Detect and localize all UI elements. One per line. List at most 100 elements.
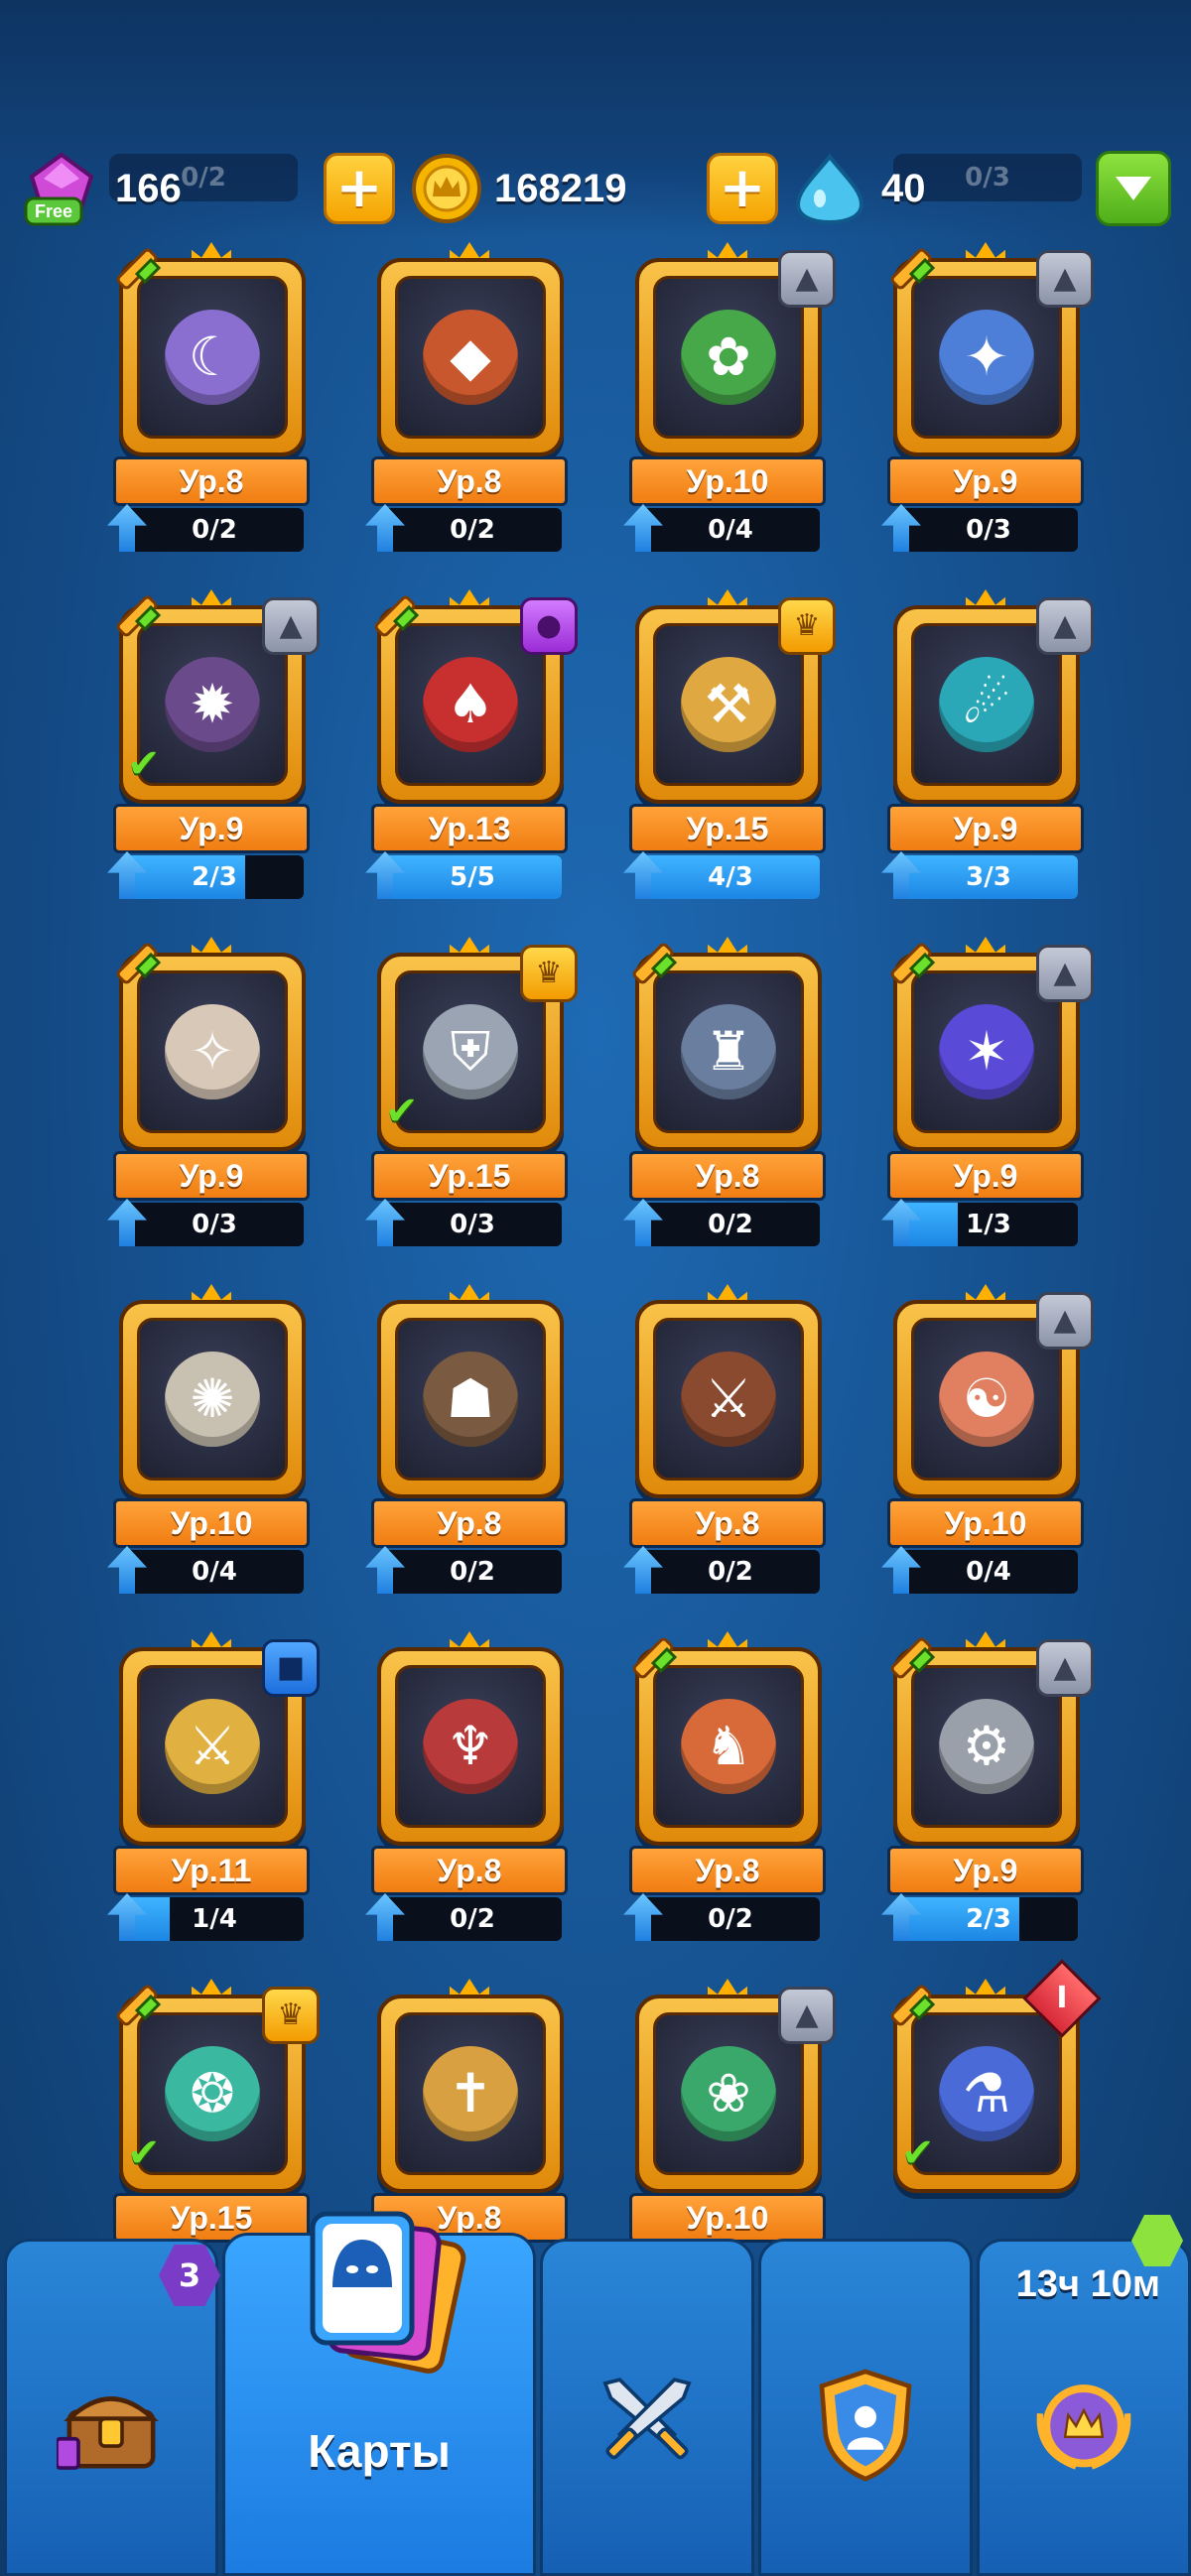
- card-progress-text: 0/2: [192, 515, 237, 545]
- card-portrait: ✺: [137, 1318, 288, 1481]
- hero-card-fox[interactable]: ◆ Ур.8 0/2: [365, 228, 574, 566]
- card-portrait: ♜: [653, 970, 804, 1133]
- card-portrait: ⚔: [653, 1318, 804, 1481]
- card-progress-bar: 0/4: [899, 1550, 1078, 1594]
- card-progress-text: 4/3: [708, 862, 753, 892]
- coins-value: 168219: [494, 166, 627, 210]
- add-coins-button[interactable]: +: [707, 153, 778, 224]
- card-level: Ур.8: [371, 1498, 568, 1548]
- tab-battle[interactable]: [540, 2239, 754, 2576]
- upgrade-sword-icon: [890, 1637, 936, 1679]
- card-level: Ур.11: [113, 1846, 310, 1895]
- gems-free-tag: Free: [35, 201, 72, 221]
- laurel-crown-icon: [1029, 2371, 1138, 2480]
- bottom-navigation: 3 Карты 13ч 10м: [0, 2211, 1191, 2576]
- tab-events[interactable]: 13ч 10м: [977, 2239, 1191, 2576]
- chevron-down-icon: [1116, 177, 1151, 200]
- upgrade-sword-icon: [890, 1985, 936, 2026]
- hero-card-dryad[interactable]: ✿ Ур.10 0/4 ▲: [623, 228, 836, 566]
- tab-clan[interactable]: [758, 2239, 973, 2576]
- card-portrait: ✝: [395, 2012, 546, 2175]
- hero-card-hammer[interactable]: ⚒ Ур.15 4/3 ♛: [623, 576, 836, 913]
- card-progress-text: 0/3: [450, 1210, 495, 1239]
- card-progress-bar: 0/3: [125, 1203, 304, 1246]
- rarity-rare-icon: ▲: [1036, 250, 1094, 308]
- hero-card-boar[interactable]: ♜ Ур.8 0/2: [623, 923, 832, 1260]
- gem-icon: Free: [24, 152, 94, 226]
- add-gems-button[interactable]: +: [324, 153, 395, 224]
- hero-card-sword[interactable]: ⚔ Ур.11 1/4 ■: [107, 1617, 320, 1955]
- hero-genie-icon: ☄: [939, 657, 1034, 752]
- upgrade-sword-icon: [116, 595, 162, 637]
- hero-dwarf-icon: ☗: [423, 1352, 518, 1447]
- upgrade-sword-icon: [116, 248, 162, 290]
- hero-card-eagle[interactable]: ✧ Ур.9 0/3: [107, 923, 316, 1260]
- add-coins-wrap: +: [324, 149, 395, 228]
- card-progress-bar: 2/3: [125, 855, 304, 899]
- hero-card-staff[interactable]: ✦ Ур.9 0/3 ▲: [881, 228, 1094, 566]
- upgrade-sword-icon: [374, 595, 420, 637]
- hero-card-sundial[interactable]: ✺ Ур.10 0/4: [107, 1270, 316, 1608]
- card-progress-bar: 0/2: [383, 1897, 562, 1941]
- hero-druid-icon: ❀: [681, 2046, 776, 2141]
- hero-sundial-icon: ✺: [165, 1352, 260, 1447]
- tab-cards[interactable]: Карты: [222, 2211, 536, 2576]
- card-level: Ур.8: [371, 1846, 568, 1895]
- hero-bird-icon: ♞: [681, 1699, 776, 1794]
- hero-card-barbarian[interactable]: ⚔ Ур.8 0/2: [623, 1270, 832, 1608]
- hero-card-knight[interactable]: ⛨ Ур.15 0/3 ♛ ✔: [365, 923, 578, 1260]
- hero-alchemist-icon: ⚗: [939, 2046, 1034, 2141]
- hero-card-robot[interactable]: ⚙ Ур.9 2/3 ▲: [881, 1617, 1094, 1955]
- card-progress-bar: 0/4: [641, 508, 820, 552]
- hero-jester-icon: ♠: [423, 657, 518, 752]
- card-portrait: ✧: [137, 970, 288, 1133]
- rarity-rare-icon: ▲: [1036, 1292, 1094, 1350]
- tab-cards-label: Карты: [308, 2425, 451, 2477]
- hero-card-jester[interactable]: ♠ Ур.13 5/5 ●: [365, 576, 578, 913]
- card-progress-text: 0/4: [192, 1557, 237, 1587]
- card-portrait-frame: ◆: [377, 258, 564, 456]
- hero-card-dwarf[interactable]: ☗ Ур.8 0/2: [365, 1270, 574, 1608]
- hero-card-monk[interactable]: ☯ Ур.10 0/4 ▲: [881, 1270, 1094, 1608]
- equipped-check-icon: ✔: [127, 741, 161, 787]
- card-progress-text: 2/3: [192, 862, 237, 892]
- hero-knight-icon: ⛨: [423, 1004, 518, 1099]
- hero-card-mage[interactable]: ✶ Ур.9 1/3 ▲: [881, 923, 1094, 1260]
- upgrade-sword-icon: [890, 248, 936, 290]
- card-portrait: ♞: [653, 1665, 804, 1828]
- hero-card-ghost[interactable]: ☾ Ур.8 0/2: [107, 228, 316, 566]
- upgrade-sword-icon: [116, 1985, 162, 2026]
- hero-card-bird[interactable]: ♞ Ур.8 0/2: [623, 1617, 832, 1955]
- card-level: Ур.13: [371, 804, 568, 853]
- upgrade-sword-icon: [890, 943, 936, 984]
- card-portrait: ♆: [395, 1665, 546, 1828]
- rarity-rare-icon: ▲: [1036, 597, 1094, 655]
- card-progress-text: 5/5: [450, 862, 495, 892]
- hero-ghost-icon: ☾: [165, 310, 260, 405]
- card-portrait: ☗: [395, 1318, 546, 1481]
- hero-barbarian-icon: ⚔: [681, 1352, 776, 1447]
- clan-shield-icon: [811, 2369, 920, 2482]
- hero-card-genie[interactable]: ☄ Ур.9 3/3 ▲: [881, 576, 1094, 913]
- hero-card-demon[interactable]: ♆ Ур.8 0/2: [365, 1617, 574, 1955]
- hero-monk-icon: ☯: [939, 1352, 1034, 1447]
- equipped-check-icon: ✔: [127, 2130, 161, 2176]
- expand-menu-button[interactable]: [1096, 151, 1171, 226]
- card-level: Ур.15: [371, 1151, 568, 1201]
- crystals-value: 40: [881, 166, 926, 210]
- hero-gunner-icon: ✹: [165, 657, 260, 752]
- card-progress-text: 0/4: [966, 1557, 1011, 1587]
- hero-eagle-icon: ✧: [165, 1004, 260, 1099]
- hero-golem-icon: ❂: [165, 2046, 260, 2141]
- cards-icon: [285, 2196, 473, 2394]
- card-progress-text: 0/4: [708, 515, 753, 545]
- rarity-rare-icon: ▲: [262, 597, 320, 655]
- hero-fox-icon: ◆: [423, 310, 518, 405]
- hero-card-gunner[interactable]: ✹ Ур.9 2/3 ▲ ✔: [107, 576, 320, 913]
- card-progress-bar: 0/2: [125, 508, 304, 552]
- card-progress-bar: 0/2: [641, 1203, 820, 1246]
- upgrade-sword-icon: [632, 1637, 678, 1679]
- new-card-badge-label: I: [1056, 1981, 1068, 2015]
- upgrade-sword-icon: [632, 943, 678, 984]
- hero-dryad-icon: ✿: [681, 310, 776, 405]
